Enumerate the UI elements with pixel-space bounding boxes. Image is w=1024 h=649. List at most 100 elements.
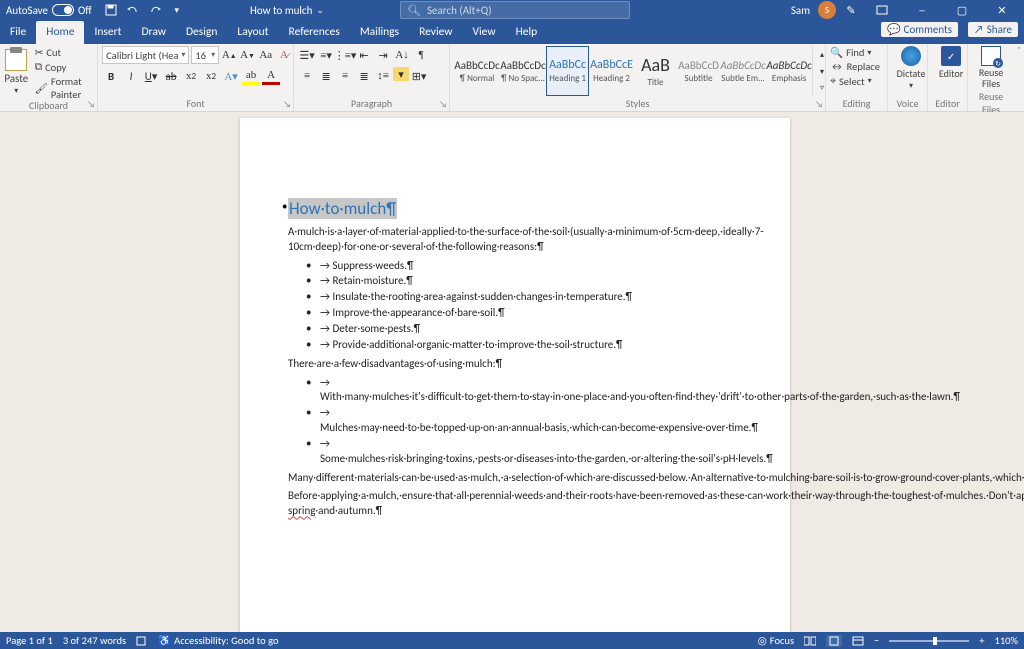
search-input[interactable]: 🔍︎ Search (Alt+Q) [400, 1, 630, 19]
list-item[interactable]: → Provide·additional·organic·matter·to·i… [306, 338, 750, 353]
style-heading-1[interactable]: AaBbCcHeading 1 [546, 46, 589, 96]
bullet-list[interactable]: → Suppress·weeds. → Retain·moisture. → I… [306, 259, 750, 353]
body-paragraph[interactable]: Many·different·materials·can·be·used·as·… [288, 471, 750, 486]
list-item[interactable]: → Mulches·may·need·to·be·topped·up·on·an… [306, 406, 750, 436]
dictate-button[interactable]: Dictate ▾ [892, 46, 930, 91]
list-item[interactable]: → Retain·moisture. [306, 274, 750, 289]
autosave-toggle[interactable]: AutoSave Off [0, 4, 98, 17]
read-mode-button[interactable] [804, 636, 816, 646]
list-item[interactable]: → Improve·the·appearance·of·bare·soil. [306, 306, 750, 321]
style-heading-2[interactable]: AaBbCcEHeading 2 [589, 46, 634, 96]
align-center-button[interactable]: ≣ [317, 67, 335, 85]
increase-indent-button[interactable]: ⇥ [374, 46, 392, 64]
tab-help[interactable]: Help [506, 21, 548, 44]
line-spacing-button[interactable]: ↕≡ [374, 67, 392, 85]
tab-design[interactable]: Design [176, 21, 227, 44]
zoom-out-button[interactable]: − [874, 634, 879, 647]
align-right-button[interactable]: ≡ [336, 67, 354, 85]
web-layout-button[interactable] [852, 636, 864, 646]
change-case-button[interactable]: Aa [258, 46, 274, 64]
tab-file[interactable]: File [0, 21, 36, 44]
subscript-button[interactable]: x2 [182, 67, 200, 85]
bullet-list[interactable]: → With·many·mulches·it's·difficult·to·ge… [306, 376, 750, 467]
list-item[interactable]: → Some·mulches·risk·bringing·toxins,·pes… [306, 437, 750, 467]
decrease-indent-button[interactable]: ⇤ [355, 46, 373, 64]
justify-button[interactable]: ≣ [355, 67, 373, 85]
bold-button[interactable]: B [102, 67, 120, 85]
highlight-button[interactable]: ab [242, 67, 260, 85]
styles-scroll-down[interactable]: ▾ [813, 63, 824, 80]
accessibility-status[interactable]: ♿Accessibility: Good to go [158, 634, 278, 647]
style-normal[interactable]: AaBbCcDc¶ Normal [454, 46, 500, 96]
editor-button[interactable]: ✓ Editor [932, 46, 970, 80]
borders-button[interactable]: ⊞▾ [410, 67, 428, 85]
copy-button[interactable]: ⧉Copy [33, 60, 94, 74]
zoom-in-button[interactable]: + [979, 634, 984, 647]
dialog-launcher-icon[interactable]: ↘ [283, 99, 291, 110]
italic-button[interactable]: I [122, 67, 140, 85]
show-marks-button[interactable]: ¶ [412, 46, 430, 64]
document-page[interactable]: How·to·mulch A·mulch·is·a·layer·of·mater… [240, 118, 790, 632]
dialog-launcher-icon[interactable]: ↘ [439, 99, 447, 110]
list-item[interactable]: → Insulate·the·rooting·area·against·sudd… [306, 290, 750, 305]
font-name-combo[interactable]: Calibri Light (Hea▾ [102, 46, 189, 64]
heading-1[interactable]: How·to·mulch [288, 198, 397, 219]
paste-button[interactable]: Paste ▾ [4, 46, 29, 98]
select-button[interactable]: ⌖Select▾ [830, 74, 886, 88]
bullets-button[interactable]: ☰▾ [298, 46, 316, 64]
cut-button[interactable]: ✂Cut [33, 46, 94, 59]
page-count[interactable]: Page 1 of 1 [6, 634, 53, 647]
comments-button[interactable]: 💬Comments [881, 22, 958, 37]
style-no-spacing[interactable]: AaBbCcDc¶ No Spac... [500, 46, 546, 96]
close-button[interactable]: ✕ [986, 0, 1018, 20]
focus-button[interactable]: ◎Focus [758, 634, 794, 647]
replace-button[interactable]: ↔Replace [830, 60, 886, 73]
word-count[interactable]: 3 of 247 words [63, 634, 126, 647]
body-paragraph[interactable]: Before·applying·a·mulch,·ensure·that·all… [288, 489, 750, 519]
dialog-launcher-icon[interactable]: ↘ [815, 99, 823, 110]
pen-icon[interactable]: ✎ [844, 3, 858, 17]
ribbon-display-icon[interactable] [866, 0, 898, 20]
multilevel-button[interactable]: ⋮≡▾ [336, 46, 354, 64]
tab-mailings[interactable]: Mailings [350, 21, 409, 44]
tab-home[interactable]: Home [36, 21, 84, 44]
body-paragraph[interactable]: A·mulch·is·a·layer·of·material·applied·t… [288, 225, 750, 255]
strikethrough-button[interactable]: ab [162, 67, 180, 85]
list-item[interactable]: → With·many·mulches·it's·difficult·to·ge… [306, 376, 750, 406]
undo-icon[interactable] [126, 3, 140, 17]
maximize-button[interactable]: ▢ [946, 0, 978, 20]
style-subtitle[interactable]: AaBbCcDSubtitle [677, 46, 720, 96]
tab-references[interactable]: References [279, 21, 350, 44]
redo-icon[interactable] [148, 3, 162, 17]
list-item[interactable]: → Deter·some·pests. [306, 322, 750, 337]
styles-scroll-up[interactable]: ▴ [813, 46, 824, 63]
tab-insert[interactable]: Insert [84, 21, 131, 44]
style-subtle-emphasis[interactable]: AaBbCcDcSubtle Em... [720, 46, 766, 96]
grow-font-button[interactable]: A▲ [221, 46, 237, 64]
underline-button[interactable]: U▾ [142, 67, 160, 85]
document-title[interactable]: How to mulch ⌄ [250, 4, 324, 17]
clear-formatting-button[interactable]: A̷ [276, 46, 292, 64]
share-button[interactable]: ↗Share [968, 22, 1018, 37]
username-label[interactable]: Sam [791, 4, 810, 17]
zoom-level[interactable]: 110% [995, 634, 1018, 647]
qat-dropdown-icon[interactable]: ▾ [170, 3, 184, 17]
tab-view[interactable]: View [463, 21, 506, 44]
sort-button[interactable]: A↓ [393, 46, 411, 64]
print-layout-button[interactable] [826, 635, 842, 647]
font-color-button[interactable]: A [262, 67, 280, 85]
styles-gallery[interactable]: AaBbCcDc¶ Normal AaBbCcDc¶ No Spac... Aa… [454, 46, 824, 96]
style-title[interactable]: AaBTitle [634, 46, 677, 96]
find-button[interactable]: 🔍Find▾ [830, 46, 886, 59]
dialog-launcher-icon[interactable]: ↘ [87, 99, 95, 110]
zoom-slider[interactable] [889, 640, 969, 642]
spell-check-status[interactable] [136, 636, 148, 646]
align-left-button[interactable]: ≡ [298, 67, 316, 85]
styles-expand[interactable]: ▿ [813, 79, 824, 96]
body-paragraph[interactable]: There·are·a·few·disadvantages·of·using·m… [288, 357, 750, 372]
collapse-ribbon-button[interactable]: ˆ [1014, 44, 1024, 111]
list-item[interactable]: → Suppress·weeds. [306, 259, 750, 274]
style-emphasis[interactable]: AaBbCcDcEmphasis [766, 46, 812, 96]
reuse-files-button[interactable]: ↻ Reuse Files [972, 46, 1010, 89]
user-avatar[interactable]: S [818, 1, 836, 19]
